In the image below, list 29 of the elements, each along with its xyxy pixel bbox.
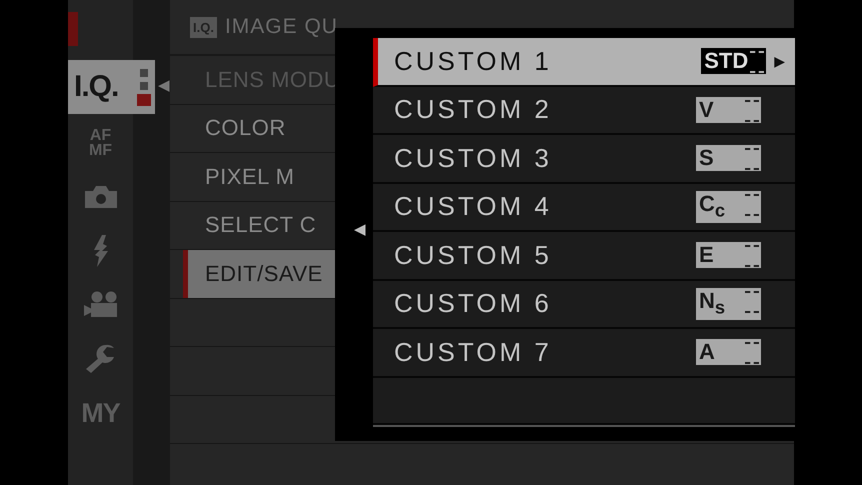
- film-simulation-badge: V: [696, 96, 761, 123]
- submenu-item[interactable]: CUSTOM 7 A: [373, 329, 795, 378]
- film-simulation-badge: C$_{c}$: [696, 190, 761, 223]
- item-label: CUSTOM 3: [394, 142, 553, 174]
- item-label: CUSTOM 1: [394, 46, 553, 77]
- submenu-arrow: ▶: [774, 52, 785, 70]
- movie-camera-icon[interactable]: [82, 291, 118, 319]
- film-simulation-badge: STD: [701, 48, 766, 74]
- submenu-item[interactable]: CUSTOM 4 C$_{c}$: [373, 184, 795, 232]
- item-label: CUSTOM 4: [394, 191, 553, 222]
- camera-icon[interactable]: [82, 184, 118, 210]
- film-simulation-badge: E: [696, 242, 761, 268]
- submenu-item[interactable]: CUSTOM 2 V: [373, 86, 795, 135]
- film-simulation-badge: S: [696, 145, 761, 172]
- item-label: CUSTOM 7: [394, 336, 553, 368]
- film-simulation-badge: N$_{s}$: [696, 288, 761, 320]
- item-label: CUSTOM 6: [394, 288, 553, 320]
- item-label: CUSTOM 2: [394, 94, 553, 126]
- submenu-item[interactable]: CUSTOM 5 E: [373, 232, 795, 280]
- submenu-item[interactable]: CUSTOM 1 STD ▶: [373, 38, 795, 86]
- pointer-arrow: ◀: [158, 76, 170, 94]
- submenu-item[interactable]: CUSTOM 3 S: [373, 135, 795, 184]
- item-label: CUSTOM 5: [394, 240, 553, 271]
- page-marker: [68, 12, 78, 46]
- pointer-arrow: ◀: [354, 220, 366, 238]
- film-simulation-badge: A: [696, 339, 761, 366]
- submenu-item[interactable]: CUSTOM 6 N$_{s}$: [373, 280, 795, 329]
- page-dots-icon: [137, 68, 151, 106]
- section-title: IMAGE QU: [224, 15, 338, 39]
